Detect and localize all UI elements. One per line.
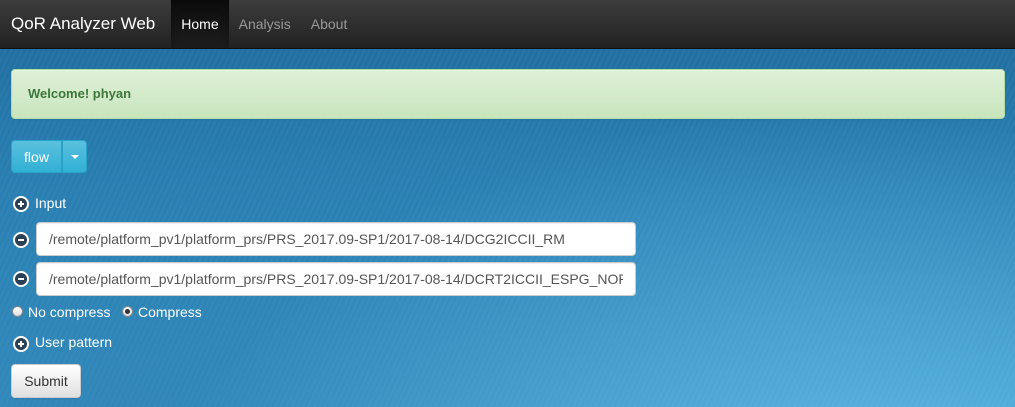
remove-input-icon[interactable] <box>13 271 29 287</box>
app-brand[interactable]: QoR Analyzer Web <box>0 0 171 48</box>
compress-radio[interactable] <box>122 306 133 317</box>
input-path-field[interactable] <box>36 222 636 256</box>
add-input-icon[interactable] <box>13 196 29 212</box>
input-label: Input <box>35 195 67 211</box>
top-navbar: QoR Analyzer Web Home Analysis About <box>0 0 1015 49</box>
remove-input-icon[interactable] <box>13 232 29 248</box>
flow-button[interactable]: flow <box>11 140 62 173</box>
add-user-pattern-icon[interactable] <box>13 336 29 352</box>
user-pattern-label: User pattern <box>35 334 113 350</box>
no-compress-label[interactable]: No compress <box>28 304 110 320</box>
no-compress-radio[interactable] <box>12 306 23 317</box>
nav-analysis[interactable]: Analysis <box>229 0 301 48</box>
welcome-message: Welcome! phyan <box>28 86 132 101</box>
flow-dropdown-toggle[interactable] <box>62 140 87 173</box>
submit-button[interactable]: Submit <box>11 364 81 398</box>
nav-home[interactable]: Home <box>171 0 229 48</box>
compress-label[interactable]: Compress <box>138 304 202 320</box>
nav-about[interactable]: About <box>301 0 358 48</box>
flow-split-button: flow <box>11 140 87 173</box>
input-path-field[interactable] <box>36 262 636 296</box>
welcome-alert: Welcome! phyan <box>11 69 1005 119</box>
caret-down-icon <box>70 154 79 159</box>
